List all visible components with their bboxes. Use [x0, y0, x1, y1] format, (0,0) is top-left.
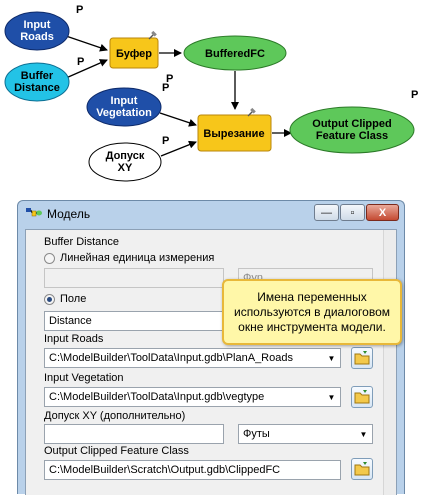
node-input-roads-label-l1: Input: [24, 19, 51, 31]
node-input-roads-label-l2: Roads: [20, 31, 54, 43]
close-icon: X: [378, 206, 387, 219]
node-output-clipped-label-l2: Feature Class: [316, 130, 388, 142]
node-input-roads[interactable]: Input Roads: [4, 11, 70, 51]
browse-roads-button[interactable]: [351, 347, 373, 369]
input-roads-select[interactable]: C:\ModelBuilder\ToolData\Input.gdb\PlanA…: [44, 348, 341, 368]
connector-distance-buffer: [65, 59, 108, 79]
minimize-button[interactable]: —: [314, 204, 339, 221]
node-buffered-fc[interactable]: BufferedFC: [183, 35, 287, 71]
model-icon: [26, 208, 42, 217]
connector-roads-buffer: [65, 35, 108, 52]
folder-icon: [354, 351, 370, 365]
linear-unit-label: Линейная единица измерения: [60, 252, 215, 264]
xy-tolerance-label: Допуск XY (дополнительно): [44, 410, 186, 422]
node-output-clipped-label-l1: Output Clipped: [312, 118, 391, 130]
input-vegetation-value: C:\ModelBuilder\ToolData\Input.gdb\vegty…: [49, 391, 265, 403]
node-xy-tolerance[interactable]: Допуск XY: [88, 142, 162, 182]
node-input-vegetation[interactable]: Input Vegetation: [86, 87, 162, 127]
linear-unit-input[interactable]: [44, 268, 224, 288]
svg-text:InputRoads: Input Roads: [20, 19, 54, 43]
linear-unit-radio[interactable]: [44, 253, 55, 264]
node-buffer-distance-label-l2: Distance: [14, 82, 60, 94]
svg-text:BufferDistance: Buffer Distance: [14, 70, 60, 94]
param-marker-vegetation: P: [162, 82, 169, 94]
minimize-icon: —: [321, 206, 332, 219]
input-roads-value: C:\ModelBuilder\ToolData\Input.gdb\PlanA…: [49, 352, 293, 364]
maximize-button[interactable]: ▫: [340, 204, 365, 221]
folder-icon: [354, 390, 370, 404]
title-bar[interactable]: Модель — ▫ X: [18, 201, 404, 227]
xy-tolerance-units-select[interactable]: Футы ▼: [238, 424, 373, 444]
node-input-vegetation-label-l1: Input: [111, 95, 138, 107]
callout-text: Имена переменных используются в диалогов…: [233, 289, 390, 334]
field-select[interactable]: Distance: [44, 311, 224, 331]
field-select-value: Distance: [49, 315, 92, 327]
node-xy-tolerance-label-l1: Допуск: [106, 150, 145, 162]
chevron-down-icon[interactable]: ▼: [356, 426, 371, 442]
param-marker-roads: P: [76, 4, 83, 16]
chevron-down-icon[interactable]: ▼: [324, 350, 339, 366]
close-button[interactable]: X: [366, 204, 399, 221]
param-marker-output: P: [411, 89, 418, 101]
browse-vegetation-button[interactable]: [351, 386, 373, 408]
node-xy-tolerance-label-l2: XY: [118, 162, 133, 174]
input-roads-label: Input Roads: [44, 333, 104, 345]
maximize-icon: ▫: [350, 206, 355, 219]
field-radio[interactable]: [44, 294, 55, 305]
node-input-vegetation-label-l2: Vegetation: [96, 107, 152, 119]
param-marker-tolerance: P: [162, 135, 169, 147]
field-radio-label: Поле: [60, 293, 87, 305]
connector-vegetation-clip: [159, 112, 197, 127]
output-label: Output Clipped Feature Class: [44, 445, 189, 457]
node-buffer-distance[interactable]: Buffer Distance: [4, 62, 70, 102]
callout-note: Имена переменных используются в диалогов…: [222, 279, 402, 345]
xy-tolerance-input[interactable]: [44, 424, 224, 444]
chevron-down-icon[interactable]: ▼: [324, 389, 339, 405]
node-buffer-tool-label: Буфер: [116, 48, 152, 60]
node-clip-tool[interactable]: Вырезание: [197, 107, 272, 152]
svg-text:Output ClippedFeature Class: Output Clipped Feature Class: [312, 118, 391, 142]
folder-icon: [354, 462, 370, 476]
buffer-distance-label: Buffer Distance: [44, 236, 120, 248]
vertical-scrollbar[interactable]: [383, 230, 396, 495]
window-title: Модель: [47, 207, 91, 221]
node-buffered-fc-label: BufferedFC: [205, 48, 265, 60]
param-marker-distance: P: [77, 56, 84, 68]
model-diagram: Input Roads Buffer Distance Буфер Buffered…: [4, 4, 418, 182]
input-vegetation-select[interactable]: C:\ModelBuilder\ToolData\Input.gdb\vegty…: [44, 387, 341, 407]
output-input[interactable]: C:\ModelBuilder\Scratch\Output.gdb\Clipp…: [44, 460, 341, 480]
node-output-clipped[interactable]: Output Clipped Feature Class: [289, 106, 415, 154]
node-buffer-distance-label-l1: Buffer: [21, 70, 54, 82]
node-clip-tool-label: Вырезание: [203, 128, 264, 140]
browse-output-button[interactable]: [351, 458, 373, 480]
input-vegetation-label: Input Vegetation: [44, 372, 124, 384]
node-buffer-tool[interactable]: Буфер: [109, 30, 159, 69]
xy-tolerance-units-value: Футы: [243, 428, 270, 440]
